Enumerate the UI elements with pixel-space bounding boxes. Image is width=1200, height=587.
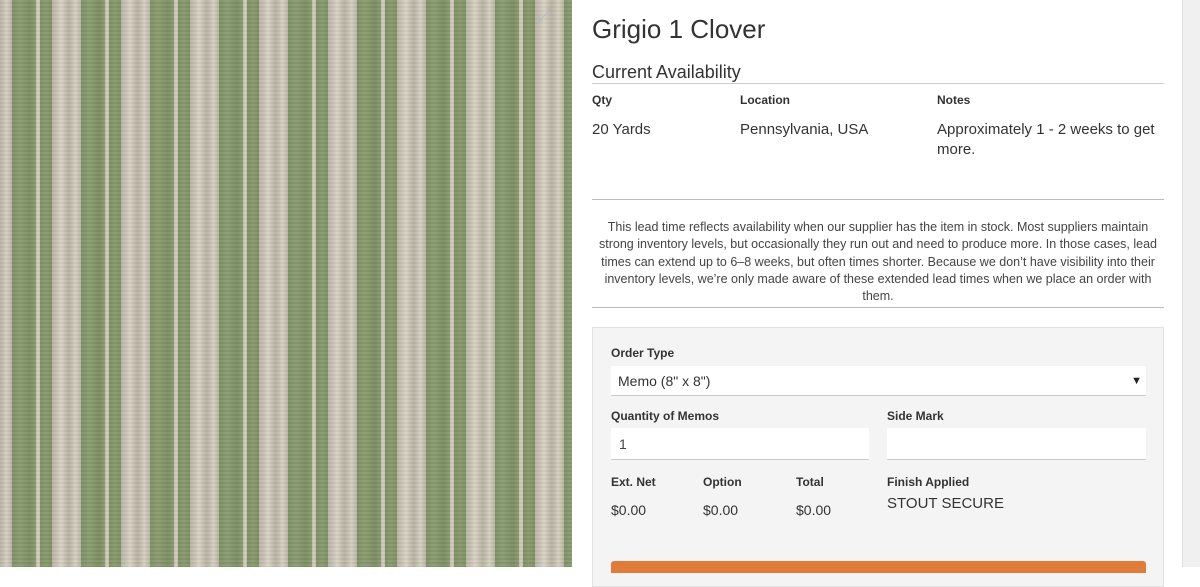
availability-heading: Current Availability: [592, 62, 1164, 84]
caret-down-icon: ▼: [1131, 375, 1142, 387]
side-mark-input[interactable]: [887, 428, 1146, 460]
quantity-input[interactable]: 1: [611, 428, 869, 460]
finish-applied-value: STOUT SECURE: [887, 495, 1004, 512]
qty-column-header: Qty: [592, 93, 613, 107]
ext-net-label: Ext. Net: [611, 475, 656, 489]
quantity-label: Quantity of Memos: [611, 409, 720, 423]
total-value: $0.00: [796, 502, 832, 518]
notes-value: Approximately 1 - 2 weeks to get more.: [937, 121, 1155, 158]
location-value: Pennsylvania, USA: [740, 121, 869, 138]
option-label: Option: [703, 475, 742, 489]
total-label: Total: [796, 475, 824, 489]
page-scrollbar[interactable]: [1182, 0, 1200, 567]
notes-column-header: Notes: [937, 93, 971, 107]
side-mark-label: Side Mark: [887, 409, 944, 423]
add-to-cart-button[interactable]: [611, 561, 1146, 573]
finish-applied-label: Finish Applied: [887, 475, 970, 489]
option-value: $0.00: [703, 502, 739, 518]
divider: [592, 199, 1164, 200]
qty-value: 20 Yards: [592, 121, 651, 138]
divider: [592, 307, 1164, 308]
order-type-select[interactable]: Memo (8" x 8") ▼: [611, 366, 1146, 396]
lead-time-notice: This lead time reflects availability whe…: [599, 220, 1157, 304]
expand-icon[interactable]: ⤢: [528, 6, 562, 44]
fabric-swatch-image: [0, 0, 572, 567]
location-column-header: Location: [740, 93, 790, 107]
order-type-selected-value: Memo (8" x 8"): [618, 373, 711, 389]
order-form: Order Type Memo (8" x 8") ▼ Quantity of …: [592, 327, 1164, 587]
order-type-label: Order Type: [611, 346, 675, 360]
ext-net-value: $0.00: [611, 502, 647, 518]
product-title: Grigio 1 Clover: [592, 14, 766, 44]
